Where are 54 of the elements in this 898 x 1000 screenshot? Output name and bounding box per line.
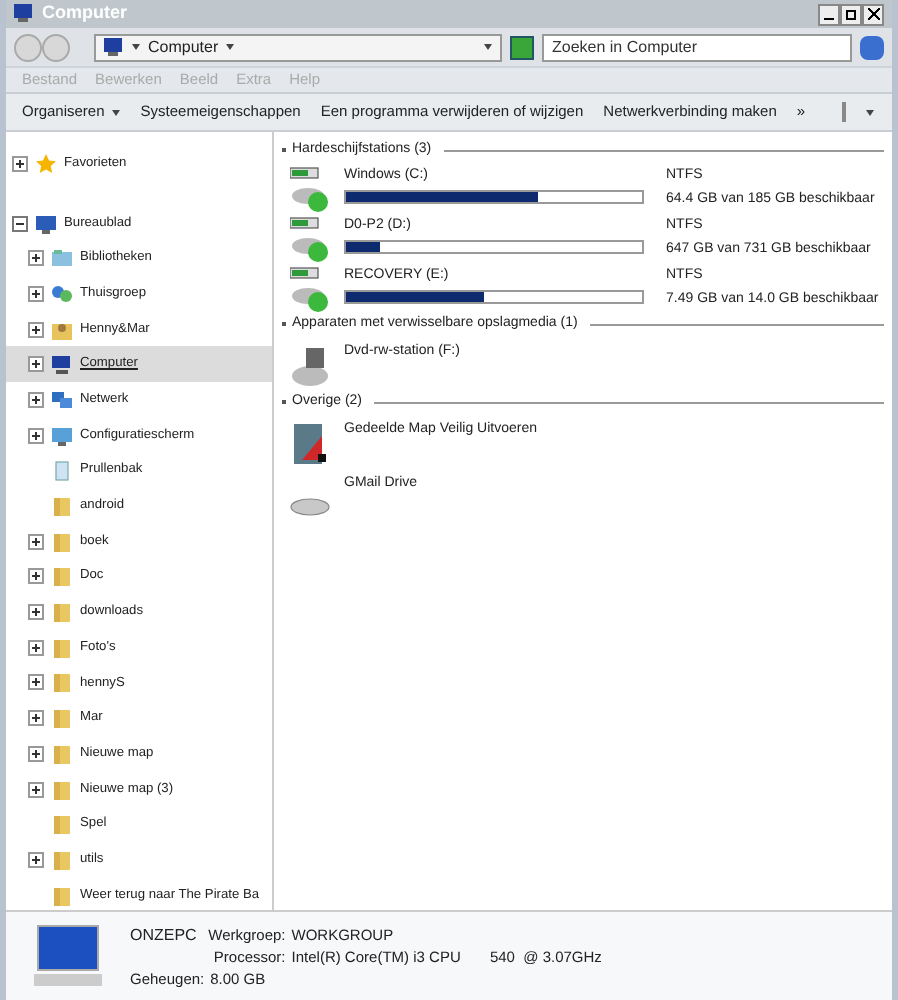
control-icon bbox=[50, 423, 74, 448]
computer-icon bbox=[30, 922, 106, 990]
expand-icon[interactable] bbox=[28, 533, 44, 550]
caret-icon[interactable] bbox=[484, 44, 492, 50]
folder-icon bbox=[50, 847, 74, 872]
address-bar[interactable]: Computer bbox=[94, 33, 502, 61]
expand-icon[interactable] bbox=[28, 391, 44, 408]
network-icon bbox=[50, 387, 74, 412]
library-icon bbox=[50, 246, 74, 271]
folder-icon bbox=[50, 812, 74, 837]
expand-icon[interactable] bbox=[28, 710, 44, 727]
expand-icon[interactable] bbox=[28, 285, 44, 302]
caret-icon[interactable] bbox=[226, 44, 235, 50]
folder-icon bbox=[50, 706, 74, 731]
expand-icon[interactable] bbox=[28, 321, 44, 338]
collapse-icon[interactable] bbox=[12, 215, 28, 232]
expand-icon[interactable] bbox=[28, 851, 44, 868]
computer-icon bbox=[50, 352, 74, 377]
computer-icon bbox=[14, 4, 34, 24]
expand-icon[interactable] bbox=[28, 604, 44, 621]
expand-icon[interactable] bbox=[28, 250, 44, 267]
maximize-icon[interactable] bbox=[840, 3, 862, 25]
expand-icon[interactable] bbox=[28, 427, 44, 444]
folder-icon bbox=[50, 564, 74, 589]
drive-icon bbox=[290, 498, 330, 516]
expand-icon[interactable] bbox=[28, 674, 44, 691]
caret-icon[interactable] bbox=[132, 44, 140, 50]
folder-icon bbox=[50, 600, 74, 625]
folder-icon bbox=[50, 741, 74, 766]
window-title: Computer bbox=[42, 0, 127, 27]
minimize-icon[interactable] bbox=[818, 3, 840, 25]
star-icon bbox=[34, 151, 58, 176]
expand-icon[interactable] bbox=[12, 155, 28, 172]
caret-icon[interactable] bbox=[865, 109, 874, 115]
folder-icon bbox=[50, 670, 74, 695]
refresh-button[interactable] bbox=[510, 35, 534, 59]
computer-icon bbox=[104, 37, 124, 57]
search-field[interactable]: Zoeken in Computer bbox=[542, 33, 852, 61]
computer-name: ONZEPC bbox=[130, 923, 199, 945]
folder-icon bbox=[50, 635, 74, 660]
breadcrumb[interactable]: Computer bbox=[148, 35, 219, 59]
folder-icon bbox=[50, 529, 74, 554]
desktop-icon bbox=[34, 211, 58, 236]
expand-icon[interactable] bbox=[28, 781, 44, 798]
folder-icon bbox=[50, 494, 74, 519]
folder-icon bbox=[50, 883, 74, 908]
expand-icon[interactable] bbox=[28, 639, 44, 656]
expand-icon[interactable] bbox=[28, 745, 44, 762]
close-icon[interactable] bbox=[862, 3, 884, 25]
folder-icon bbox=[50, 777, 74, 802]
expand-icon[interactable] bbox=[28, 568, 44, 585]
expand-icon[interactable] bbox=[28, 356, 44, 373]
bin-icon bbox=[50, 458, 74, 483]
homegroup-icon bbox=[50, 281, 74, 306]
